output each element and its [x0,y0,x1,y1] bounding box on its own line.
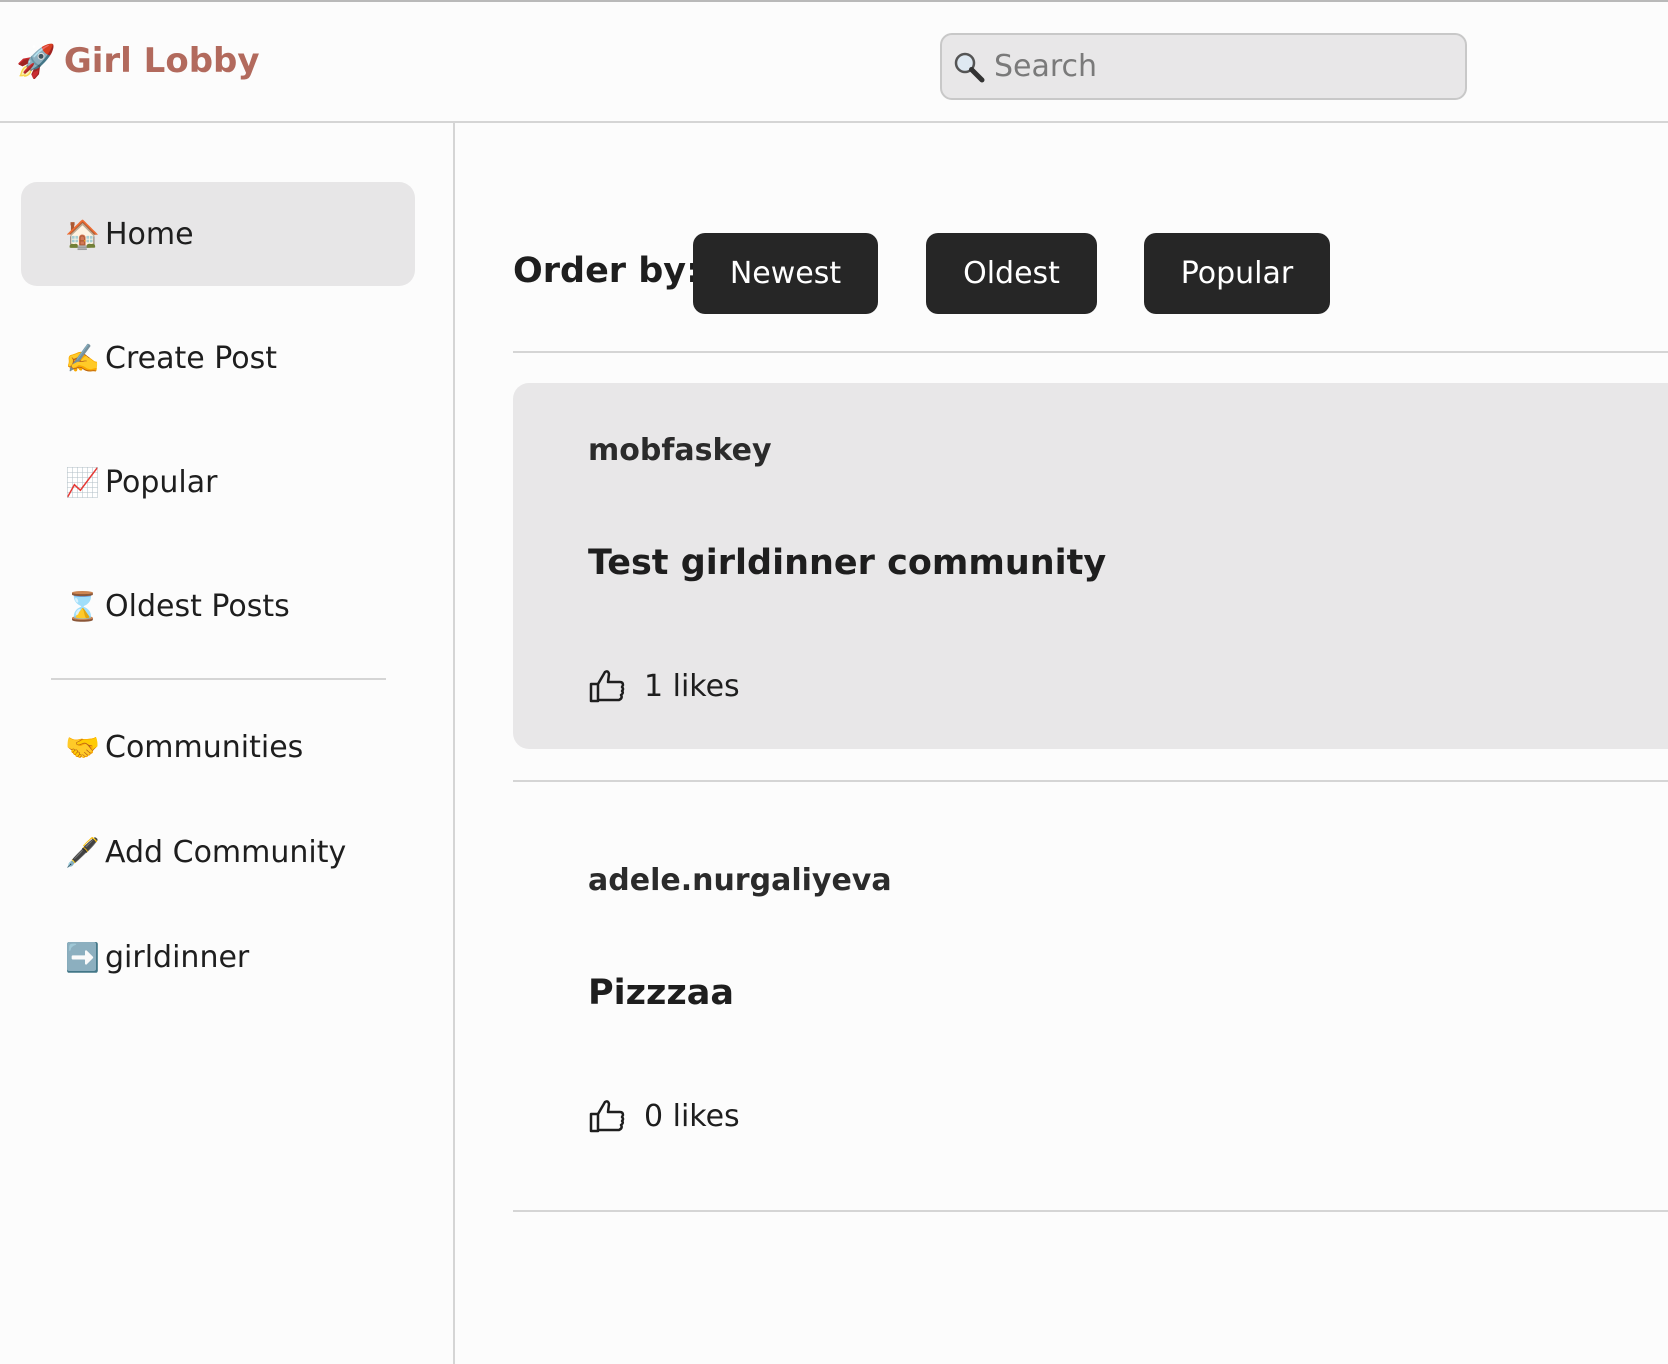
thumbs-up-icon[interactable] [588,1097,626,1135]
hourglass-icon: ⌛ [65,589,100,623]
sidebar-item-label: Create Post [105,340,277,376]
divider [513,780,1668,782]
sidebar-divider [51,678,386,680]
header: 🚀 Girl Lobby [0,2,1668,123]
post-author[interactable]: adele.nurgaliyeva [588,863,892,898]
post-card[interactable]: mobfaskey Test girldinner community 1 li… [513,383,1668,749]
divider [513,1210,1668,1212]
thumbs-up-icon[interactable] [588,667,626,705]
divider [513,351,1668,353]
sidebar-item-home[interactable]: 🏠 Home [21,182,415,286]
sidebar-item-create-post[interactable]: ✍️ Create Post [21,306,415,410]
order-popular-button[interactable]: Popular [1144,233,1330,314]
post-title[interactable]: Pizzzaa [588,973,734,1013]
brand[interactable]: 🚀 Girl Lobby [16,42,260,80]
post-author[interactable]: mobfaskey [588,433,772,468]
sidebar-item-label: Home [105,216,194,252]
sidebar-item-label: Oldest Posts [105,588,290,624]
post-title[interactable]: Test girldinner community [588,543,1106,583]
chart-increasing-icon: 📈 [65,465,100,499]
sidebar-item-label: Communities [105,729,304,765]
likes-count: 0 likes [644,1098,740,1134]
writing-hand-icon: ✍️ [65,341,100,375]
likes-count: 1 likes [644,668,740,704]
search-input[interactable] [992,48,1456,85]
sidebar-item-communities[interactable]: 🤝 Communities [21,695,415,799]
handshake-icon: 🤝 [65,730,100,764]
right-arrow-icon: ➡️ [65,940,100,974]
post-card[interactable]: adele.nurgaliyeva Pizzzaa 0 likes [513,813,1668,1179]
sidebar-item-label: Popular [105,464,218,500]
sidebar-item-oldest-posts[interactable]: ⌛ Oldest Posts [21,554,415,658]
rocket-icon: 🚀 [16,42,56,80]
main-content: Order by: Newest Oldest Popular mobfaske… [455,123,1668,1364]
search-icon [954,52,985,82]
sidebar-item-label: Add Community [105,834,347,870]
sidebar-item-label: girldinner [105,939,250,975]
order-oldest-button[interactable]: Oldest [926,233,1097,314]
brand-title[interactable]: Girl Lobby [64,42,260,80]
post-likes: 1 likes [588,667,740,705]
pen-icon: 🖋️ [65,835,100,869]
sidebar-item-girldinner[interactable]: ➡️ girldinner [21,905,415,1009]
order-by-label: Order by: [513,251,701,291]
post-likes: 0 likes [588,1097,740,1135]
sidebar-item-add-community[interactable]: 🖋️ Add Community [21,800,415,904]
house-icon: 🏠 [65,217,100,251]
sidebar-item-popular[interactable]: 📈 Popular [21,430,415,534]
search-bar[interactable] [940,33,1467,100]
order-newest-button[interactable]: Newest [693,233,878,314]
sidebar: 🏠 Home ✍️ Create Post 📈 Popular ⌛ Oldest… [0,123,455,1364]
